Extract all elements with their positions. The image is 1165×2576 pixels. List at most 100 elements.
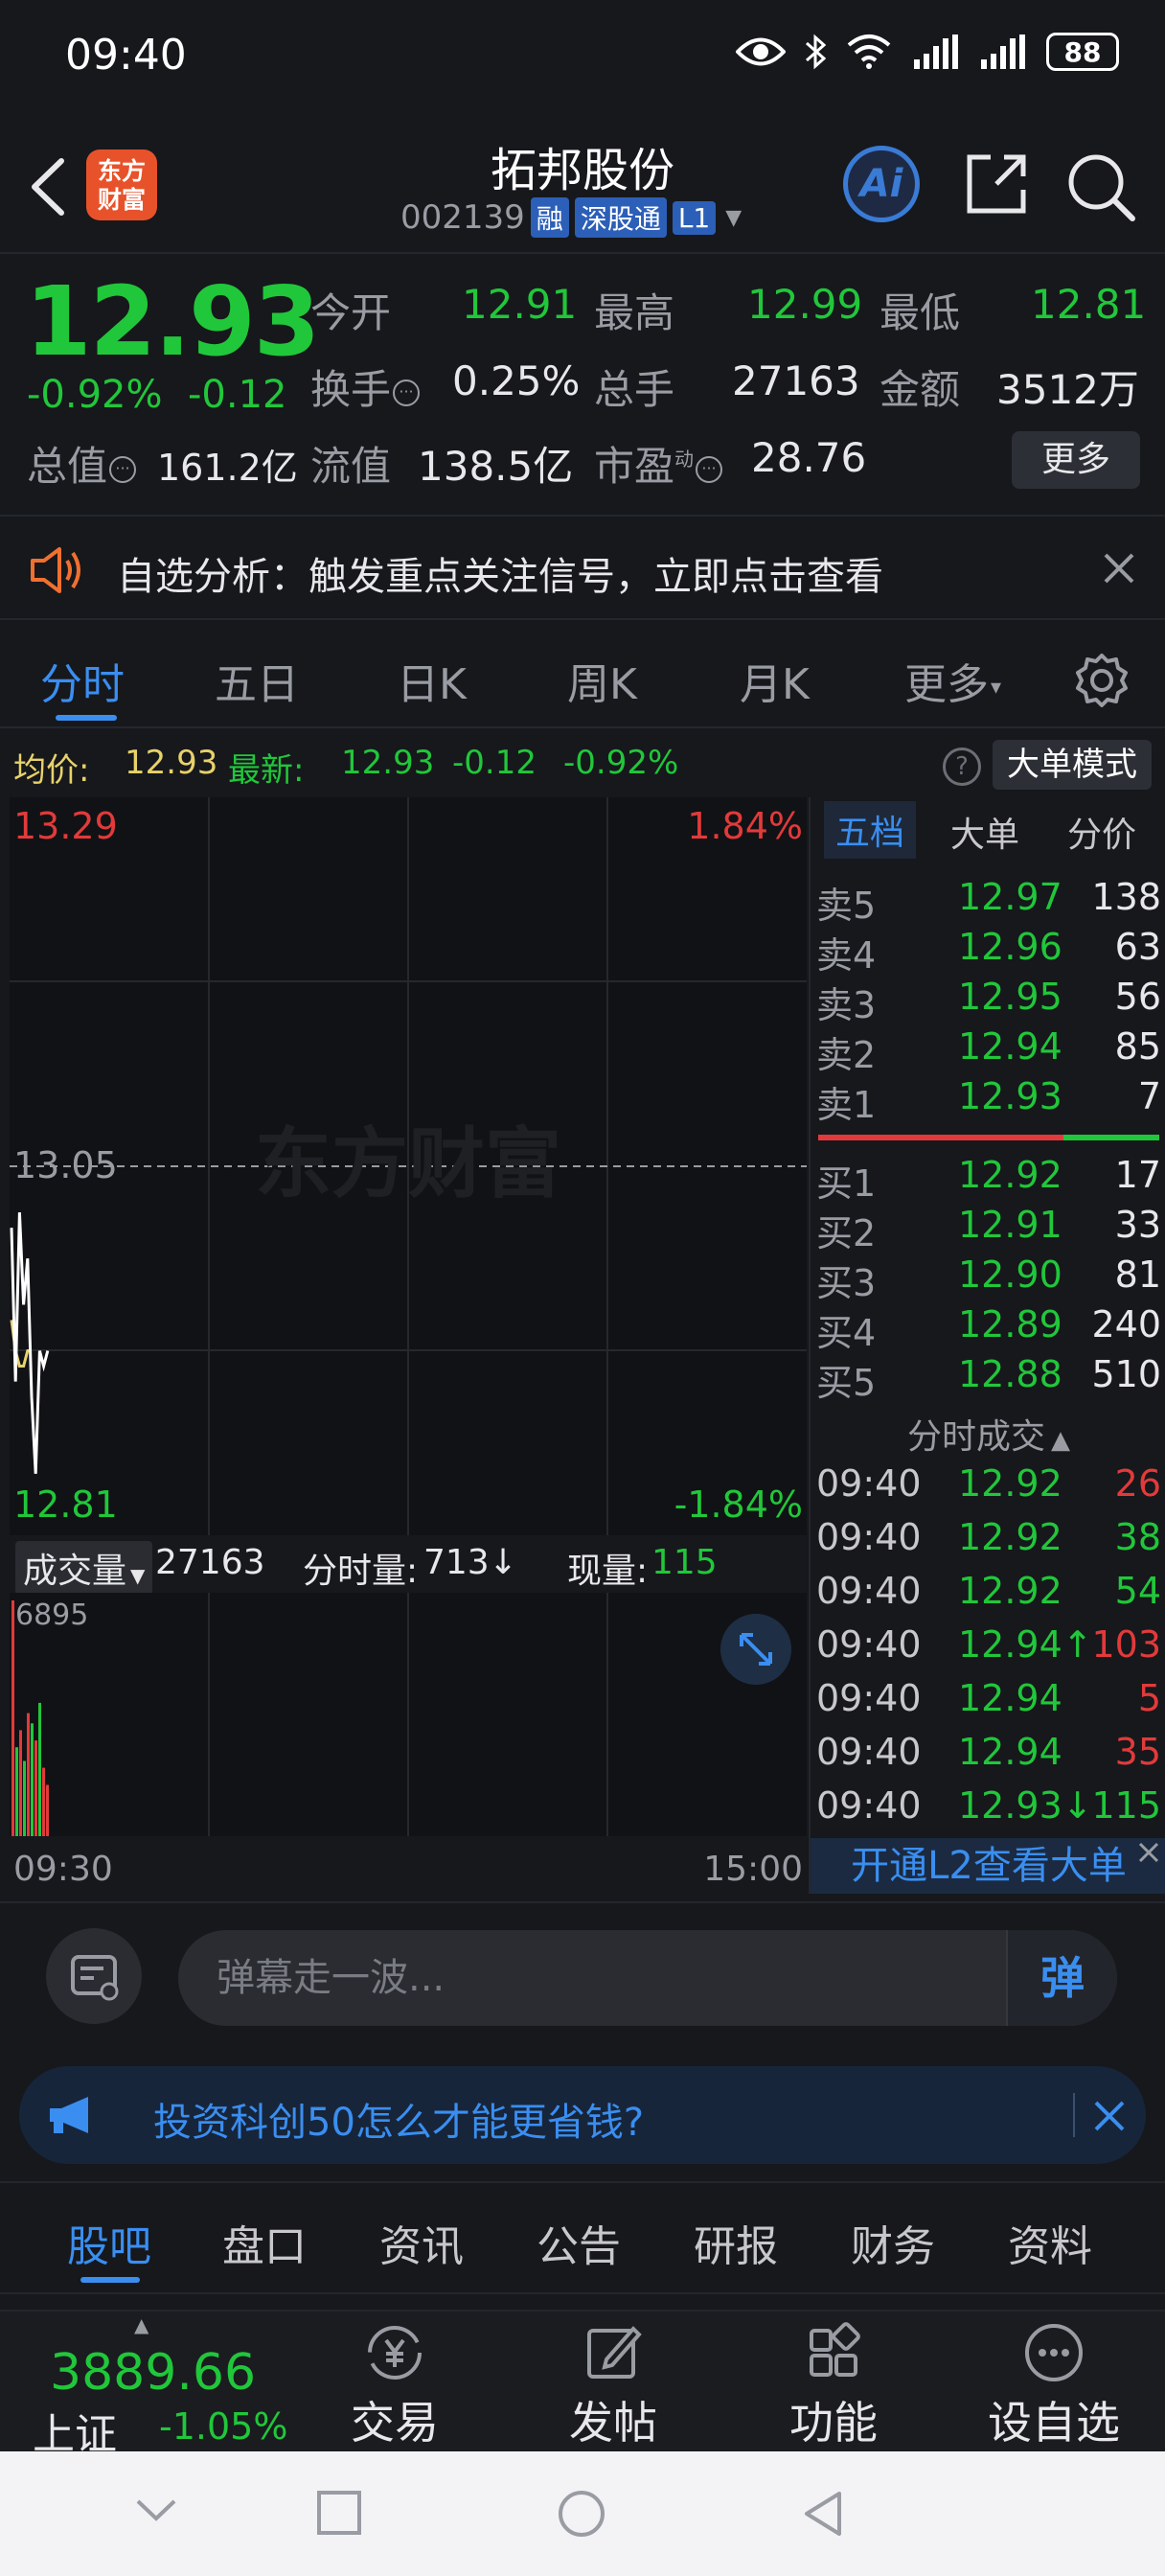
tab-price-distribution[interactable]: 分价 <box>1067 807 1136 857</box>
eye-icon <box>736 37 786 66</box>
close-icon[interactable] <box>1098 547 1140 589</box>
y-mid-label: 13.05 <box>13 1144 118 1186</box>
tab-research[interactable]: 研报 <box>694 2212 778 2273</box>
stock-code: 002139 <box>400 198 525 237</box>
tab-five-day[interactable]: 五日 <box>215 650 299 711</box>
pe-label[interactable]: 市盈动 ··· <box>594 434 723 493</box>
volume: 81 <box>1114 1254 1161 1296</box>
close-icon[interactable] <box>1136 1840 1161 1865</box>
avg-label: 均价: <box>13 751 90 790</box>
tab-underline <box>80 2277 140 2283</box>
trade-row: 09:40 12.92 26 <box>811 1462 1165 1512</box>
barrage-input[interactable]: 弹幕走一波... <box>178 1930 1117 2026</box>
tab-five-levels[interactable]: 五档 <box>824 801 917 859</box>
bid-ask-divider <box>818 1135 1159 1140</box>
low-value: 12.81 <box>1031 281 1147 328</box>
alert-text: 自选分析：触发重点关注信号，立即点击查看 <box>117 555 883 599</box>
info-icon: ··· <box>696 455 723 483</box>
nav-post[interactable]: 发帖 <box>537 2321 690 2451</box>
latest-label: 最新: <box>228 751 305 790</box>
trades-title[interactable]: 分时成交 ▲ <box>811 1409 1165 1459</box>
volume: 7 <box>1137 1075 1161 1117</box>
ad-banner[interactable]: 投资科创50怎么才能更省钱? <box>19 2066 1146 2164</box>
nav-trade[interactable]: 交易 <box>318 2321 471 2451</box>
ai-assistant-icon[interactable]: Ai <box>843 146 920 222</box>
ask-row: 卖3 12.95 56 <box>811 976 1165 1026</box>
signal-icon <box>914 34 958 69</box>
barrage-settings-icon[interactable] <box>46 1928 142 2024</box>
volume-bar <box>46 1784 49 1836</box>
barrage-toggle-button[interactable]: 弹 <box>1006 1930 1117 2026</box>
search-icon[interactable] <box>1063 150 1136 222</box>
level-label: 买2 <box>816 1212 877 1254</box>
tab-announcements[interactable]: 公告 <box>537 2212 621 2273</box>
info-icon: ··· <box>393 379 421 406</box>
intraday-chart[interactable]: 东方财富 13.29 1.84% 13.05 12.81 -1.84% <box>10 797 807 1535</box>
bottom-nav: ▲ 3889.66 上证 -1.05% 交易 发帖 功能 设自选 <box>0 2310 1165 2459</box>
back-icon[interactable] <box>801 2490 845 2538</box>
home-icon[interactable] <box>558 2490 605 2538</box>
price-chart-svg: 东方财富 <box>10 797 807 1535</box>
more-button[interactable]: 更多 <box>1012 431 1140 489</box>
close-icon[interactable] <box>1090 2097 1129 2135</box>
y-top-label: 13.29 <box>13 805 118 847</box>
trade-row: 09:40 12.94↑ 103 <box>811 1623 1165 1673</box>
shenzhen-connect-tag: 深股通 <box>574 197 667 238</box>
volume-bar <box>19 1730 22 1836</box>
volume: 26 <box>1114 1462 1161 1505</box>
caret-up-icon: ▲ <box>1051 1426 1070 1455</box>
trade-time: 09:40 <box>816 1516 922 1558</box>
share-icon[interactable] <box>962 150 1031 218</box>
market-cap-label[interactable]: 总值 ··· <box>27 434 137 493</box>
index-change: -1.05% <box>159 2405 288 2448</box>
volume-value: 27163 <box>732 357 860 404</box>
price: 12.95 <box>958 976 1062 1018</box>
bid-row: 买3 12.90 81 <box>811 1254 1165 1304</box>
low-label: 最低 <box>879 289 961 336</box>
tab-daily-k[interactable]: 日K <box>397 650 467 711</box>
amount-label: 金额 <box>879 366 961 413</box>
alert-bar[interactable]: 自选分析：触发重点关注信号，立即点击查看 <box>0 515 1165 620</box>
megaphone-icon <box>50 2097 88 2133</box>
tab-monthly-k[interactable]: 月K <box>740 650 810 711</box>
price: 12.89 <box>958 1303 1062 1346</box>
minute-volume-value: 713 <box>423 1543 490 1582</box>
level-label: 卖4 <box>816 934 877 977</box>
tab-weekly-k[interactable]: 周K <box>567 650 637 711</box>
y-bottom-label: 12.81 <box>13 1484 118 1526</box>
volume-chart-svg <box>11 1593 608 1836</box>
tab-intraday[interactable]: 分时 <box>40 650 125 711</box>
pct-top-label: 1.84% <box>687 805 803 847</box>
bid-row: 买1 12.92 17 <box>811 1154 1165 1205</box>
turnover-label[interactable]: 换手 ··· <box>310 357 421 416</box>
tab-profile[interactable]: 资料 <box>1008 2212 1092 2273</box>
stock-code-row[interactable]: 002139 融 深股通 L1 ▼ <box>400 197 742 238</box>
gear-icon[interactable] <box>1073 652 1131 709</box>
tab-financials[interactable]: 财务 <box>851 2212 935 2273</box>
help-icon[interactable]: ? <box>943 748 981 786</box>
margin-tag: 融 <box>530 197 569 238</box>
info-tabs: 股吧 盘口 资讯 公告 研报 财务 资料 <box>0 2181 1165 2294</box>
volume-indicator-select[interactable]: 成交量 ▼ <box>15 1541 153 1595</box>
status-icons: 88 <box>736 33 1119 71</box>
chevron-down-icon[interactable] <box>134 2496 178 2524</box>
tab-forum[interactable]: 股吧 <box>67 2212 151 2273</box>
caret-down-icon: ▼ <box>130 1564 146 1587</box>
pct-bottom-label: -1.84% <box>674 1484 803 1526</box>
bid-row: 买5 12.88 510 <box>811 1353 1165 1404</box>
expand-icon[interactable] <box>720 1614 791 1685</box>
tab-news[interactable]: 资讯 <box>379 2212 464 2273</box>
tab-big-orders[interactable]: 大单 <box>950 807 1019 857</box>
high-value: 12.99 <box>747 281 863 328</box>
divider <box>1073 2093 1075 2137</box>
l2-upgrade-banner[interactable]: 开通L2查看大单 <box>811 1838 1165 1894</box>
nav-add-watchlist[interactable]: 设自选 <box>977 2321 1131 2451</box>
level-label: 买1 <box>816 1162 877 1205</box>
tab-market-depth[interactable]: 盘口 <box>222 2212 307 2273</box>
volume: 138 <box>1091 876 1161 918</box>
tab-more[interactable]: 更多▾ <box>904 650 1001 711</box>
nav-functions[interactable]: 功能 <box>757 2321 910 2451</box>
recent-apps-icon[interactable] <box>316 2490 362 2536</box>
volume: 115 <box>1091 1784 1161 1827</box>
big-order-mode-button[interactable]: 大单模式 <box>993 740 1152 790</box>
